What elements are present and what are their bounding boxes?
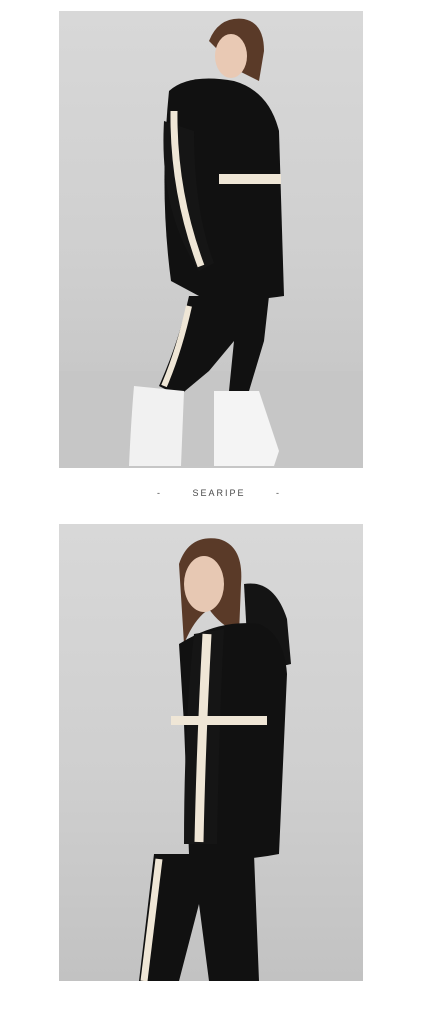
- product-photo-2: [59, 524, 363, 981]
- brand-name: SEARIPE: [192, 488, 246, 498]
- product-photo-1: [59, 11, 363, 468]
- right-dash: -: [276, 488, 282, 498]
- brand-divider: - SEARIPE -: [0, 488, 438, 498]
- left-dash: -: [156, 488, 162, 498]
- model-photo-illustration: [139, 538, 291, 981]
- model-photo-illustration: [59, 18, 363, 468]
